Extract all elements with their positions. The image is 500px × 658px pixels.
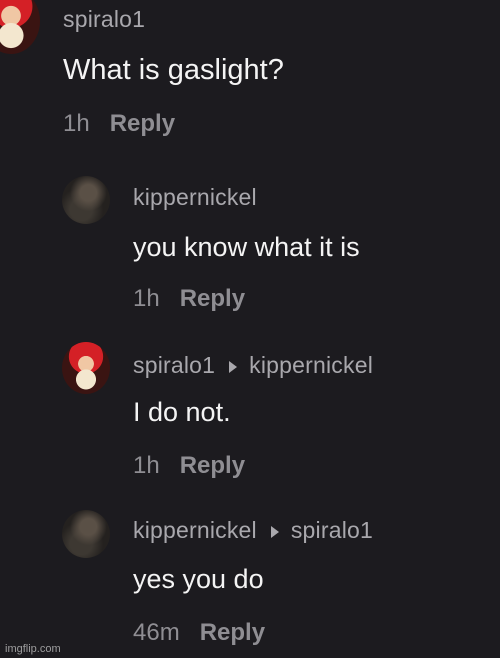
reply-arrow-icon <box>229 360 238 373</box>
user-avatar[interactable] <box>0 0 40 54</box>
reply-button[interactable]: Reply <box>200 619 265 646</box>
comment-top-level: spiralo1 What is gaslight? 1h Reply <box>0 0 500 150</box>
reply-target-username[interactable]: spiralo1 <box>291 517 373 543</box>
comment-meta: 1h Reply <box>63 110 175 138</box>
comment-username[interactable]: kippernickel <box>133 517 257 543</box>
comment-meta: 1h Reply <box>133 285 245 313</box>
comment-text: What is gaslight? <box>63 54 284 86</box>
comment-timestamp: 1h <box>133 285 160 312</box>
user-avatar[interactable] <box>62 342 110 394</box>
user-avatar[interactable] <box>62 176 110 224</box>
comment-meta: 1h Reply <box>133 452 245 480</box>
comment-reply: kippernickel spiralo1 yes you do 46m Reply <box>0 506 500 656</box>
reply-button[interactable]: Reply <box>180 285 245 312</box>
comment-username[interactable]: spiralo1 <box>63 6 145 33</box>
comment-username[interactable]: kippernickel <box>133 184 257 211</box>
comment-reply-header: kippernickel spiralo1 <box>133 517 373 544</box>
comment-text: I do not. <box>133 397 231 427</box>
comment-timestamp: 1h <box>133 452 160 479</box>
comment-timestamp: 46m <box>133 619 180 646</box>
comment-meta: 46m Reply <box>133 619 265 647</box>
user-avatar[interactable] <box>62 510 110 558</box>
reply-target-username[interactable]: kippernickel <box>249 352 373 378</box>
comment-text: you know what it is <box>133 232 360 262</box>
watermark-text: imgflip.com <box>5 643 61 655</box>
comment-timestamp: 1h <box>63 110 90 137</box>
comment-reply: kippernickel you know what it is 1h Reply <box>0 170 500 320</box>
reply-button[interactable]: Reply <box>110 110 175 137</box>
comment-reply-header: spiralo1 kippernickel <box>133 352 373 379</box>
reply-arrow-icon <box>270 525 279 538</box>
comment-reply: spiralo1 kippernickel I do not. 1h Reply <box>0 338 500 488</box>
comment-text: yes you do <box>133 564 264 594</box>
reply-button[interactable]: Reply <box>180 452 245 479</box>
comment-username[interactable]: spiralo1 <box>133 352 215 378</box>
comment-thread: spiralo1 What is gaslight? 1h Reply kippe… <box>0 0 500 658</box>
